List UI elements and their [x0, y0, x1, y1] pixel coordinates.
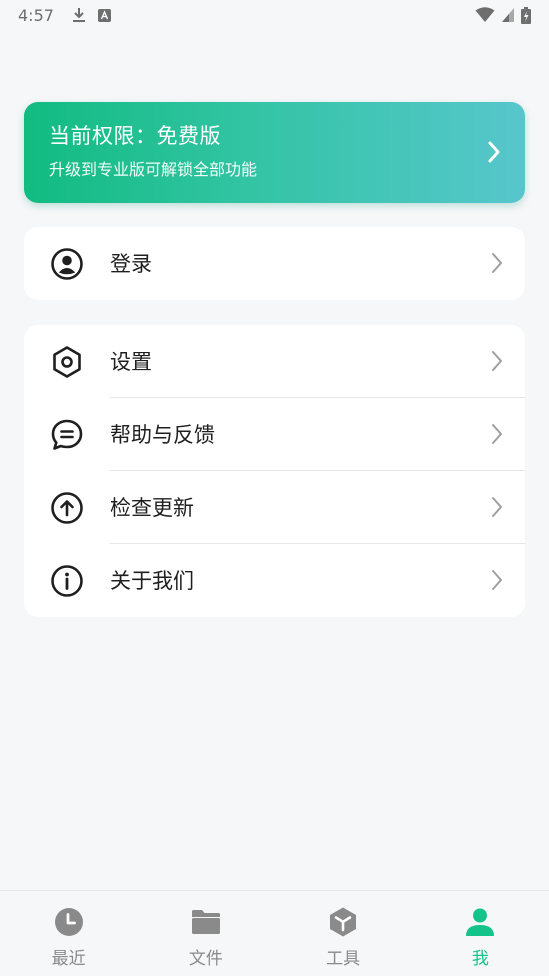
nav-label: 最近	[51, 949, 86, 969]
update-arrow-icon	[51, 492, 83, 524]
wifi-icon	[475, 7, 495, 22]
download-icon	[72, 8, 85, 22]
premium-title: 当前权限：免费版	[49, 124, 221, 148]
info-icon	[51, 565, 83, 597]
battery-icon	[521, 6, 531, 24]
nav-tab-recent[interactable]: 最近	[0, 891, 137, 976]
status-left-icons	[72, 7, 111, 23]
nav-tab-files[interactable]: 文件	[137, 891, 274, 976]
chevron-right-icon	[492, 351, 502, 371]
menu-item-label: 检查更新	[110, 495, 194, 520]
menu-item-about-us[interactable]: 关于我们	[24, 544, 525, 617]
status-bar: 4:57	[0, 0, 549, 30]
menu-item-settings[interactable]: 设置	[24, 325, 525, 398]
feedback-chat-icon	[51, 419, 83, 450]
nav-tab-me[interactable]: 我	[412, 891, 549, 976]
menu-item-label: 帮助与反馈	[110, 422, 215, 447]
chevron-right-icon	[492, 424, 502, 444]
chevron-right-icon	[492, 253, 502, 273]
user-circle-icon	[51, 248, 83, 280]
clock-icon	[54, 908, 83, 936]
a-badge-icon	[97, 8, 111, 22]
settings-hexagon-icon	[53, 346, 81, 378]
status-time: 4:57	[18, 5, 54, 25]
upgrade-banner[interactable]: 当前权限：免费版 升级到专业版可解锁全部功能	[24, 102, 525, 203]
login-label: 登录	[110, 251, 152, 276]
menu-item-help-feedback[interactable]: 帮助与反馈	[24, 398, 525, 471]
nav-tab-tools[interactable]: 工具	[275, 891, 412, 976]
menu-item-label: 关于我们	[110, 568, 194, 593]
cellular-icon	[502, 8, 514, 22]
login-row[interactable]: 登录	[24, 227, 525, 300]
nav-label: 文件	[188, 949, 223, 969]
settings-menu-card: 设置 帮助与反馈 检查更新 关于我们	[24, 325, 525, 617]
person-icon	[466, 908, 495, 936]
chevron-right-icon	[488, 141, 500, 163]
login-card: 登录	[24, 227, 525, 300]
status-right-icons	[475, 6, 531, 24]
menu-item-label: 设置	[110, 349, 152, 374]
chevron-right-icon	[492, 497, 502, 517]
premium-subtitle: 升级到专业版可解锁全部功能	[49, 160, 258, 179]
chevron-right-icon	[492, 570, 502, 590]
nav-label: 工具	[326, 949, 361, 969]
menu-item-check-update[interactable]: 检查更新	[24, 471, 525, 544]
toolbox-cube-icon	[330, 907, 357, 937]
nav-label: 我	[471, 949, 489, 969]
bottom-nav: 最近 文件 工具 我	[0, 890, 549, 976]
profile-screen: 4:57 当前权限：免费版 升级到专业版可解锁全部功能 登录 设置 帮助与反馈 …	[0, 0, 549, 976]
folder-icon	[191, 910, 220, 934]
